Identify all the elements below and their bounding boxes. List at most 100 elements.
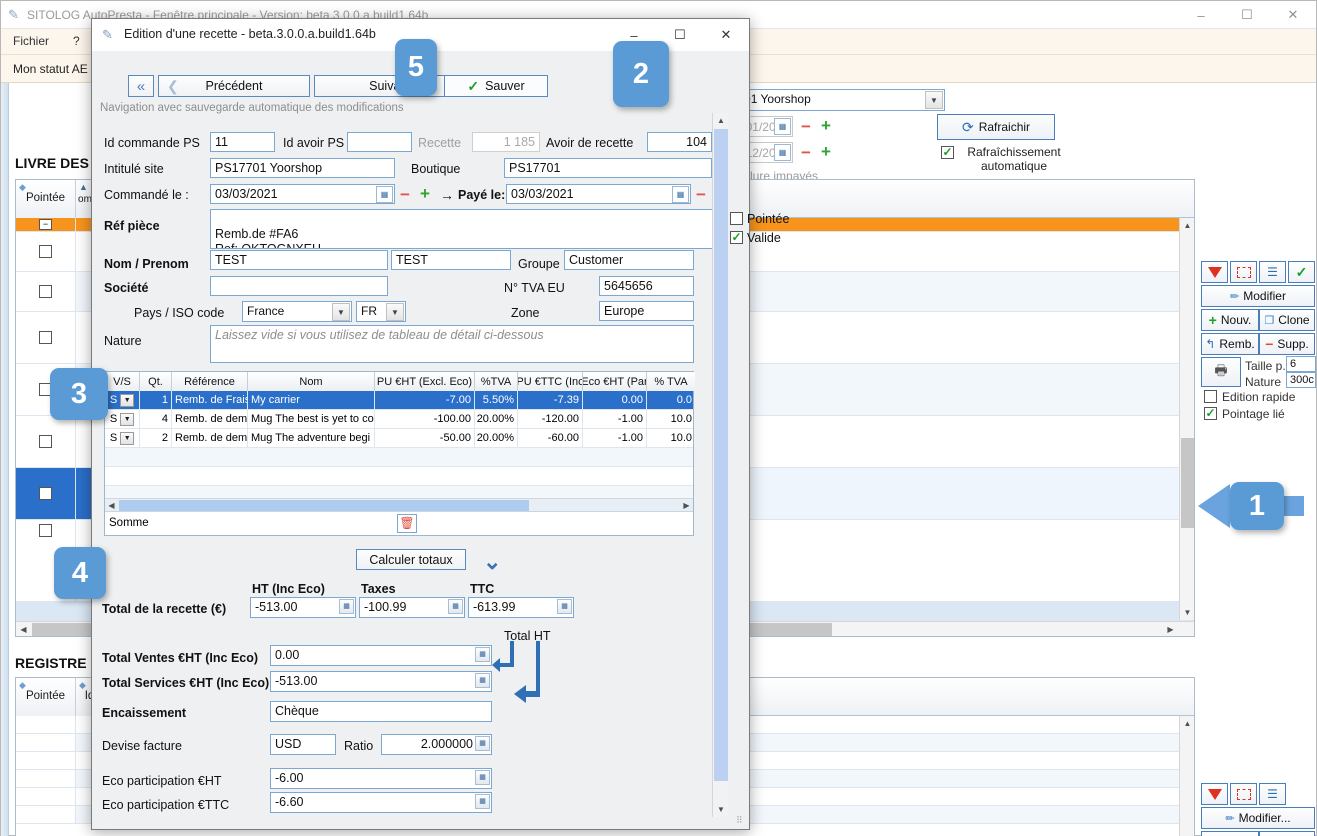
resize-grip[interactable]: ⠿ [736,816,746,826]
calculator-icon[interactable]: ▦ [448,599,463,614]
total-ventes-input[interactable]: 0.00 ▦ [270,645,492,666]
nom-input[interactable]: TEST [210,250,388,270]
calculer-totaux-button[interactable]: Calculer totaux [356,549,466,570]
total-services-input[interactable]: -513.00 ▦ [270,671,492,692]
filter-button[interactable] [1201,261,1228,283]
clone-button-lower[interactable]: ❐ Clone [1259,831,1315,836]
remb-button[interactable]: ↰ Remb. [1201,333,1259,355]
validate-button[interactable]: ✓ [1288,261,1315,283]
scroll-up-icon[interactable]: ▲ [713,113,729,128]
scroll-right-icon[interactable]: ▶ [1163,622,1178,637]
valide-checkbox[interactable] [730,231,743,244]
dcol-tva[interactable]: %TVA [475,372,518,391]
pointee-checkbox[interactable] [730,212,743,225]
row-pointee-checkbox[interactable] [39,487,52,500]
row-checkbox-cell[interactable] [16,416,76,467]
detail-grid-hscrollbar[interactable]: ◀ ▶ [105,498,693,513]
dialog-vscrollbar[interactable]: ▲ ▼ [712,113,728,817]
dcol-vs[interactable]: V/S [105,372,140,391]
menu-help[interactable]: ? [73,34,80,48]
group-tree-button-lower[interactable]: ☰ [1259,783,1286,805]
collapse-icon[interactable]: − [39,219,52,230]
row-expander[interactable]: − [16,218,76,231]
calculator-icon[interactable]: ▦ [475,647,490,662]
row-pointee-checkbox[interactable] [39,245,52,258]
lower-grid-vscrollbar[interactable]: ▲ [1179,716,1194,836]
encaissement-input[interactable]: Chèque [270,701,492,722]
chevron-down-icon[interactable]: ▼ [120,393,135,407]
row-checkbox-cell[interactable] [16,468,76,519]
nature-input[interactable]: Laissez vide si vous utilisez de tableau… [210,325,694,363]
chevron-down-icon[interactable]: ▼ [925,91,943,109]
tva-eu-input[interactable]: 5645656 [599,276,694,296]
table-row[interactable]: S ▼ 4 Remb. de demo Mug The best is yet … [105,410,693,429]
row-checkbox-cell[interactable] [16,232,76,271]
chevron-down-icon[interactable]: ▼ [386,303,404,321]
ref-piece-input[interactable]: Remb.de #FA6 Ref: QKTOGNXEH [210,209,720,249]
commande-le-plus-button[interactable]: + [420,185,430,202]
select-area-button-lower[interactable] [1230,783,1257,805]
upper-grid-vscrollbar[interactable]: ▲ ▼ [1179,218,1194,620]
scroll-down-icon[interactable]: ▼ [1180,605,1195,620]
total-taxes-input[interactable]: -100.99 ▦ [359,597,465,618]
save-button[interactable]: ✓ Sauver [444,75,548,97]
groupe-input[interactable]: Customer [564,250,694,270]
date-to-plus-button[interactable]: + [821,143,831,160]
table-row[interactable]: S ▼ 1 Remb. de Frais My carrier -7.00 5.… [105,391,693,410]
iso-select[interactable]: FR ▼ [356,301,406,322]
calendar-icon[interactable]: ▦ [774,118,791,135]
calendar-icon[interactable]: ▦ [774,144,791,161]
eco-ht-input[interactable]: -6.00 ▦ [270,768,492,789]
id-commande-ps-input[interactable]: 11 [210,132,275,152]
vscroll-thumb[interactable] [1181,438,1194,528]
modifier-button[interactable]: ✏ Modifier [1201,285,1315,307]
chevron-down-icon[interactable]: ▼ [120,412,135,426]
auto-refresh-checkbox[interactable] [941,146,954,159]
col-pointee-lower[interactable]: ◆ Pointée [16,678,76,716]
print-button[interactable]: 🖶 [1201,357,1241,387]
commande-le-input[interactable]: 03/03/2021 ▦ [210,184,395,204]
dcol-nom[interactable]: Nom [248,372,375,391]
date-from-minus-button[interactable]: − [801,118,811,135]
dcell-vs[interactable]: S ▼ [105,410,140,428]
dcell-vs[interactable]: S ▼ [105,429,140,447]
col-pointee[interactable]: ◆ Pointée [16,180,76,218]
row-pointee-checkbox[interactable] [39,435,52,448]
devise-input[interactable]: USD [270,734,336,755]
delete-row-button[interactable]: 🗑 [397,514,417,533]
id-avoir-ps-input[interactable] [347,132,412,152]
dcol-tva2[interactable]: % TVA [647,372,695,391]
paye-le-input[interactable]: 03/03/2021 ▦ [506,184,691,204]
eco-ttc-input[interactable]: -6.60 ▦ [270,792,492,813]
date-from-plus-button[interactable]: + [821,117,831,134]
pays-select[interactable]: France ▼ [242,301,352,322]
total-ht-input[interactable]: -513.00 ▦ [250,597,356,618]
chevron-down-icon[interactable]: ▼ [120,431,135,445]
scroll-left-icon[interactable]: ◀ [16,622,31,637]
calculator-icon[interactable]: ▦ [475,770,490,785]
clone-button[interactable]: ❐ Clone [1259,309,1315,331]
select-area-button[interactable] [1230,261,1257,283]
pointage-lie-checkbox[interactable] [1204,407,1217,420]
chevron-down-icon[interactable]: ▼ [332,303,350,321]
nouv-button[interactable]: + Nouv. [1201,309,1259,331]
avoir-recette-input[interactable]: 104 [647,132,712,152]
calculator-icon[interactable]: ▦ [475,673,490,688]
modifier-button-lower[interactable]: ✏ Modifier... [1201,807,1315,829]
commande-le-minus-button[interactable]: − [400,186,410,203]
vscroll-thumb[interactable] [714,129,728,781]
close-icon[interactable]: ✕ [703,19,749,51]
nouv-button-lower[interactable]: + Nouv. [1201,831,1259,836]
row-checkbox-cell[interactable] [16,272,76,311]
dcol-ecoht[interactable]: Eco €HT (Par [583,372,647,391]
group-tree-button[interactable]: ☰ [1259,261,1286,283]
calculator-icon[interactable]: ▦ [557,599,572,614]
date-to-minus-button[interactable]: − [801,144,811,161]
dcol-puht[interactable]: PU €HT (Excl. Eco) [375,372,475,391]
close-icon[interactable]: ✕ [1270,1,1316,29]
maximize-icon[interactable]: ☐ [1224,1,1270,29]
first-record-button[interactable]: « [128,75,154,97]
zone-input[interactable]: Europe [599,301,694,321]
total-ttc-input[interactable]: -613.99 ▦ [468,597,574,618]
societe-input[interactable] [210,276,388,296]
